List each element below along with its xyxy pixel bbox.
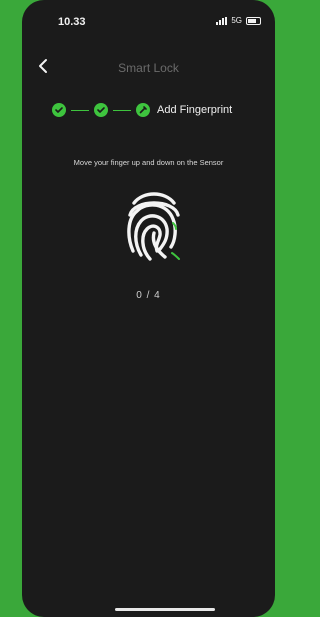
step-label: Add Fingerprint — [157, 104, 233, 116]
header: Smart Lock — [22, 56, 275, 80]
status-bar: 10.33 5G — [22, 0, 275, 40]
app-screen: 10.33 5G Smart Lock Add Fingerprint Move… — [22, 0, 275, 617]
battery-icon — [246, 16, 261, 25]
step-progress: Add Fingerprint — [52, 103, 232, 117]
step-1-check-icon — [52, 103, 66, 117]
page-title: Smart Lock — [118, 61, 179, 75]
signal-icon — [216, 16, 228, 25]
network-type: 5G — [231, 16, 242, 25]
step-2-check-icon — [94, 103, 108, 117]
step-connector — [71, 109, 89, 111]
fingerprint-icon — [125, 185, 183, 267]
status-time: 10.33 — [58, 16, 86, 28]
home-indicator[interactable] — [115, 608, 215, 611]
step-connector — [113, 109, 131, 111]
progress-counter: 0 / 4 — [136, 290, 161, 301]
status-indicators: 5G — [216, 16, 261, 25]
instruction-text: Move your finger up and down on the Sens… — [73, 158, 224, 167]
step-3-pencil-icon — [136, 103, 150, 117]
